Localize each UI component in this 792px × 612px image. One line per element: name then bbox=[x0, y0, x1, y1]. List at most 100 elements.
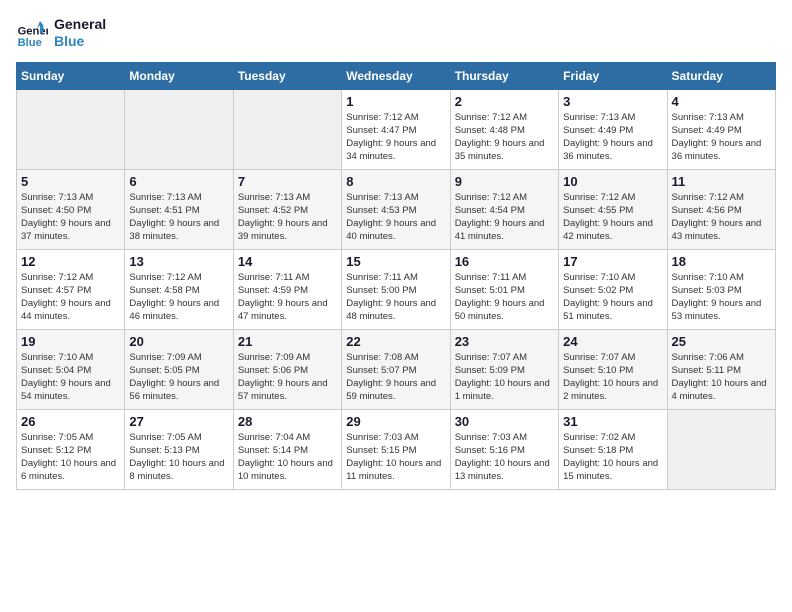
calendar-cell: 28 Sunrise: 7:04 AMSunset: 5:14 PMDayligh… bbox=[233, 409, 341, 489]
page-header: General Blue General Blue bbox=[16, 16, 776, 50]
logo-icon: General Blue bbox=[16, 17, 48, 49]
day-number: 14 bbox=[238, 254, 337, 269]
day-info: Sunrise: 7:13 AMSunset: 4:53 PMDaylight:… bbox=[346, 191, 445, 244]
calendar-cell bbox=[667, 409, 775, 489]
calendar-cell: 21 Sunrise: 7:09 AMSunset: 5:06 PMDayligh… bbox=[233, 329, 341, 409]
day-number: 21 bbox=[238, 334, 337, 349]
svg-text:Blue: Blue bbox=[18, 37, 42, 49]
weekday-header-thursday: Thursday bbox=[450, 62, 558, 89]
day-number: 24 bbox=[563, 334, 662, 349]
weekday-header-tuesday: Tuesday bbox=[233, 62, 341, 89]
calendar-cell: 18Sunrise: 7:10 AMSunset: 5:03 PMDayligh… bbox=[667, 249, 775, 329]
day-info: Sunrise: 7:10 AMSunset: 5:04 PMDaylight:… bbox=[21, 351, 120, 404]
day-number: 3 bbox=[563, 94, 662, 109]
day-info: Sunrise: 7:03 AMSunset: 5:16 PMDaylight:… bbox=[455, 431, 554, 484]
calendar-cell: 30 Sunrise: 7:03 AMSunset: 5:16 PMDayligh… bbox=[450, 409, 558, 489]
day-number: 18 bbox=[672, 254, 771, 269]
day-info: Sunrise: 7:11 AMSunset: 4:59 PMDaylight:… bbox=[238, 271, 337, 324]
calendar-cell: 4 Sunrise: 7:13 AMSunset: 4:49 PMDaylight… bbox=[667, 89, 775, 169]
day-number: 7 bbox=[238, 174, 337, 189]
day-info: Sunrise: 7:10 AMSunset: 5:02 PMDaylight:… bbox=[563, 271, 662, 324]
week-row-1: 1 Sunrise: 7:12 AMSunset: 4:47 PMDaylight… bbox=[17, 89, 776, 169]
calendar-cell bbox=[125, 89, 233, 169]
day-number: 20 bbox=[129, 334, 228, 349]
day-info: Sunrise: 7:12 AMSunset: 4:58 PMDaylight:… bbox=[129, 271, 228, 324]
day-info: Sunrise: 7:12 AMSunset: 4:48 PMDaylight:… bbox=[455, 111, 554, 164]
day-number: 6 bbox=[129, 174, 228, 189]
weekday-header-monday: Monday bbox=[125, 62, 233, 89]
day-info: Sunrise: 7:13 AMSunset: 4:49 PMDaylight:… bbox=[672, 111, 771, 164]
calendar-cell: 10Sunrise: 7:12 AMSunset: 4:55 PMDayligh… bbox=[559, 169, 667, 249]
day-info: Sunrise: 7:07 AMSunset: 5:10 PMDaylight:… bbox=[563, 351, 662, 404]
calendar-cell: 31 Sunrise: 7:02 AMSunset: 5:18 PMDayligh… bbox=[559, 409, 667, 489]
calendar-cell: 6 Sunrise: 7:13 AMSunset: 4:51 PMDaylight… bbox=[125, 169, 233, 249]
day-info: Sunrise: 7:09 AMSunset: 5:05 PMDaylight:… bbox=[129, 351, 228, 404]
calendar-cell: 20 Sunrise: 7:09 AMSunset: 5:05 PMDayligh… bbox=[125, 329, 233, 409]
day-info: Sunrise: 7:11 AMSunset: 5:01 PMDaylight:… bbox=[455, 271, 554, 324]
svg-text:General: General bbox=[18, 25, 48, 37]
day-info: Sunrise: 7:12 AMSunset: 4:54 PMDaylight:… bbox=[455, 191, 554, 244]
day-info: Sunrise: 7:13 AMSunset: 4:51 PMDaylight:… bbox=[129, 191, 228, 244]
weekday-header-saturday: Saturday bbox=[667, 62, 775, 89]
calendar-cell: 7 Sunrise: 7:13 AMSunset: 4:52 PMDaylight… bbox=[233, 169, 341, 249]
day-number: 25 bbox=[672, 334, 771, 349]
day-info: Sunrise: 7:13 AMSunset: 4:52 PMDaylight:… bbox=[238, 191, 337, 244]
day-info: Sunrise: 7:08 AMSunset: 5:07 PMDaylight:… bbox=[346, 351, 445, 404]
day-number: 30 bbox=[455, 414, 554, 429]
calendar-cell: 16 Sunrise: 7:11 AMSunset: 5:01 PMDayligh… bbox=[450, 249, 558, 329]
logo-text-blue: Blue bbox=[54, 33, 106, 50]
day-number: 19 bbox=[21, 334, 120, 349]
logo: General Blue General Blue bbox=[16, 16, 106, 50]
day-number: 8 bbox=[346, 174, 445, 189]
day-number: 15 bbox=[346, 254, 445, 269]
day-number: 4 bbox=[672, 94, 771, 109]
calendar-table: SundayMondayTuesdayWednesdayThursdayFrid… bbox=[16, 62, 776, 490]
day-info: Sunrise: 7:13 AMSunset: 4:50 PMDaylight:… bbox=[21, 191, 120, 244]
day-info: Sunrise: 7:04 AMSunset: 5:14 PMDaylight:… bbox=[238, 431, 337, 484]
calendar-cell: 2 Sunrise: 7:12 AMSunset: 4:48 PMDaylight… bbox=[450, 89, 558, 169]
calendar-cell: 9Sunrise: 7:12 AMSunset: 4:54 PMDaylight… bbox=[450, 169, 558, 249]
calendar-cell: 17 Sunrise: 7:10 AMSunset: 5:02 PMDayligh… bbox=[559, 249, 667, 329]
day-number: 13 bbox=[129, 254, 228, 269]
day-number: 10 bbox=[563, 174, 662, 189]
day-info: Sunrise: 7:12 AMSunset: 4:56 PMDaylight:… bbox=[672, 191, 771, 244]
day-number: 1 bbox=[346, 94, 445, 109]
day-info: Sunrise: 7:05 AMSunset: 5:13 PMDaylight:… bbox=[129, 431, 228, 484]
day-info: Sunrise: 7:06 AMSunset: 5:11 PMDaylight:… bbox=[672, 351, 771, 404]
calendar-cell: 12Sunrise: 7:12 AMSunset: 4:57 PMDayligh… bbox=[17, 249, 125, 329]
day-number: 11 bbox=[672, 174, 771, 189]
day-info: Sunrise: 7:02 AMSunset: 5:18 PMDaylight:… bbox=[563, 431, 662, 484]
day-info: Sunrise: 7:12 AMSunset: 4:47 PMDaylight:… bbox=[346, 111, 445, 164]
logo-text-general: General bbox=[54, 16, 106, 33]
calendar-cell: 25 Sunrise: 7:06 AMSunset: 5:11 PMDayligh… bbox=[667, 329, 775, 409]
day-number: 23 bbox=[455, 334, 554, 349]
day-info: Sunrise: 7:13 AMSunset: 4:49 PMDaylight:… bbox=[563, 111, 662, 164]
day-number: 5 bbox=[21, 174, 120, 189]
day-number: 16 bbox=[455, 254, 554, 269]
day-info: Sunrise: 7:07 AMSunset: 5:09 PMDaylight:… bbox=[455, 351, 554, 404]
calendar-cell: 26Sunrise: 7:05 AMSunset: 5:12 PMDayligh… bbox=[17, 409, 125, 489]
calendar-cell: 8 Sunrise: 7:13 AMSunset: 4:53 PMDaylight… bbox=[342, 169, 450, 249]
calendar-cell bbox=[233, 89, 341, 169]
weekday-header-friday: Friday bbox=[559, 62, 667, 89]
weekday-header-wednesday: Wednesday bbox=[342, 62, 450, 89]
day-info: Sunrise: 7:09 AMSunset: 5:06 PMDaylight:… bbox=[238, 351, 337, 404]
calendar-cell: 24 Sunrise: 7:07 AMSunset: 5:10 PMDayligh… bbox=[559, 329, 667, 409]
week-row-4: 19 Sunrise: 7:10 AMSunset: 5:04 PMDayligh… bbox=[17, 329, 776, 409]
calendar-cell: 29Sunrise: 7:03 AMSunset: 5:15 PMDayligh… bbox=[342, 409, 450, 489]
calendar-cell: 22 Sunrise: 7:08 AMSunset: 5:07 PMDayligh… bbox=[342, 329, 450, 409]
calendar-cell: 5 Sunrise: 7:13 AMSunset: 4:50 PMDaylight… bbox=[17, 169, 125, 249]
day-number: 17 bbox=[563, 254, 662, 269]
day-info: Sunrise: 7:03 AMSunset: 5:15 PMDaylight:… bbox=[346, 431, 445, 484]
calendar-cell: 1 Sunrise: 7:12 AMSunset: 4:47 PMDaylight… bbox=[342, 89, 450, 169]
day-info: Sunrise: 7:12 AMSunset: 4:57 PMDaylight:… bbox=[21, 271, 120, 324]
week-row-5: 26Sunrise: 7:05 AMSunset: 5:12 PMDayligh… bbox=[17, 409, 776, 489]
calendar-cell: 14 Sunrise: 7:11 AMSunset: 4:59 PMDayligh… bbox=[233, 249, 341, 329]
day-number: 2 bbox=[455, 94, 554, 109]
calendar-cell: 13 Sunrise: 7:12 AMSunset: 4:58 PMDayligh… bbox=[125, 249, 233, 329]
day-number: 28 bbox=[238, 414, 337, 429]
day-info: Sunrise: 7:11 AMSunset: 5:00 PMDaylight:… bbox=[346, 271, 445, 324]
day-number: 22 bbox=[346, 334, 445, 349]
day-number: 31 bbox=[563, 414, 662, 429]
calendar-cell: 19 Sunrise: 7:10 AMSunset: 5:04 PMDayligh… bbox=[17, 329, 125, 409]
